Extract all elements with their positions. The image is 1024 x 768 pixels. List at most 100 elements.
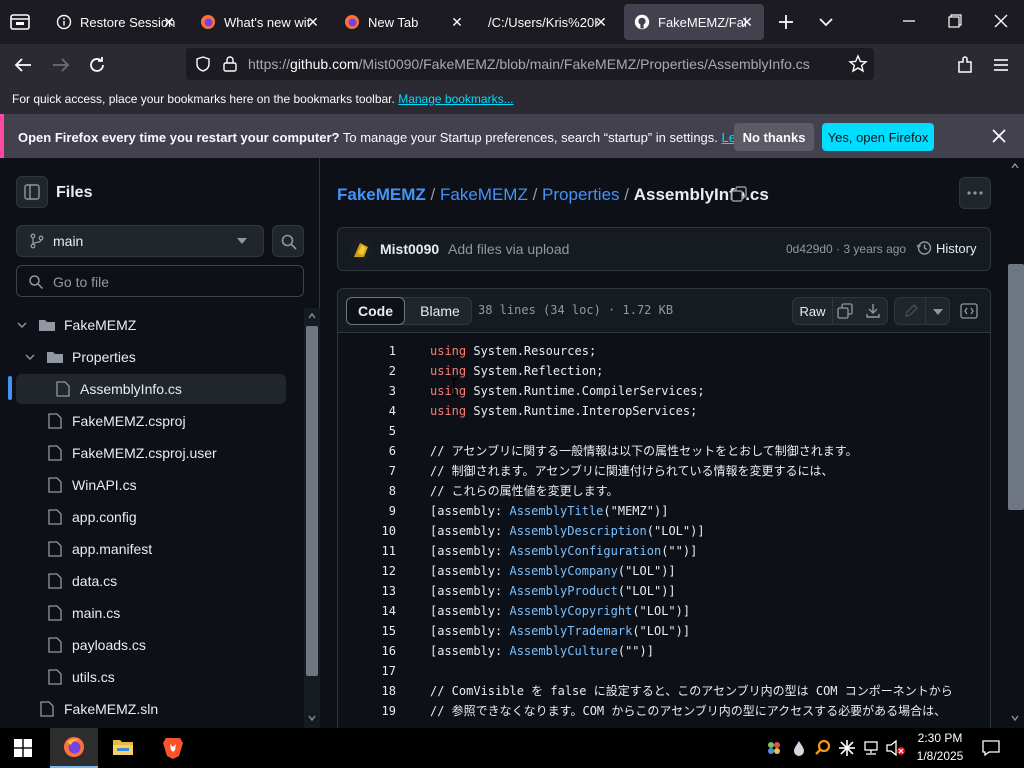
hamburger-menu-icon[interactable]	[990, 54, 1012, 76]
tree-file[interactable]: data.cs	[48, 566, 288, 596]
line-number[interactable]: 5	[338, 421, 396, 441]
raw-button[interactable]: Raw	[793, 298, 833, 324]
tab-blame[interactable]: Blame	[409, 298, 471, 324]
tab-local-file[interactable]: /C:/Users/Kris%20Kr ✕	[478, 4, 618, 40]
search-magnifier-icon[interactable]	[814, 739, 832, 757]
line-number[interactable]: 18	[338, 681, 396, 701]
branch-selector[interactable]: main	[16, 225, 264, 257]
pencil-icon[interactable]	[903, 303, 919, 319]
more-options-button[interactable]	[959, 177, 991, 209]
extensions-puzzle-icon[interactable]	[954, 54, 976, 76]
tree-file[interactable]: FakeMEMZ.csproj	[48, 406, 288, 436]
tab-code[interactable]: Code	[346, 297, 405, 325]
list-all-tabs-chevron-icon[interactable]	[816, 12, 836, 32]
line-number[interactable]: 19	[338, 701, 396, 721]
line-number[interactable]: 10	[338, 521, 396, 541]
taskbar-brave[interactable]	[150, 728, 196, 768]
line-number[interactable]: 1	[338, 341, 396, 361]
scroll-down-arrow-icon[interactable]	[1011, 714, 1019, 722]
page-scrollbar[interactable]	[1006, 158, 1024, 728]
close-icon[interactable]: ✕	[738, 13, 756, 31]
tab-new-tab[interactable]: New Tab ✕	[334, 4, 474, 40]
lock-icon[interactable]	[222, 55, 238, 73]
minimize-icon[interactable]	[900, 12, 918, 30]
yes-open-firefox-button[interactable]: Yes, open Firefox	[822, 123, 934, 151]
breadcrumb-properties-link[interactable]: Properties	[542, 185, 619, 204]
windows-start-icon[interactable]	[14, 739, 32, 757]
taskbar-file-explorer[interactable]	[100, 728, 146, 768]
tree-file[interactable]: FakeMEMZ.sln	[40, 694, 288, 724]
tree-file[interactable]: utils.cs	[48, 662, 288, 692]
tree-file[interactable]: app.manifest	[48, 534, 288, 564]
commit-meta[interactable]: 0d429d0 · 3 years ago	[786, 242, 906, 256]
tab-restore-session[interactable]: Restore Session ✕	[46, 4, 186, 40]
tree-file-assemblyinfo[interactable]: AssemblyInfo.cs	[16, 374, 286, 404]
scroll-up-arrow-icon[interactable]	[308, 312, 316, 320]
scrollbar-thumb[interactable]	[1008, 264, 1024, 510]
tree-file[interactable]: FakeMEMZ.csproj.user	[48, 438, 288, 468]
close-icon[interactable]: ✕	[304, 13, 322, 31]
close-icon[interactable]: ✕	[448, 13, 466, 31]
network-icon[interactable]	[862, 740, 880, 756]
line-number[interactable]: 17	[338, 661, 396, 681]
water-drop-icon[interactable]	[792, 740, 806, 756]
asterisk-tray-icon[interactable]	[838, 739, 856, 757]
sidebar-scrollbar[interactable]	[304, 308, 320, 728]
forward-arrow-icon[interactable]	[50, 54, 72, 76]
line-number[interactable]: 8	[338, 481, 396, 501]
taskbar-firefox[interactable]	[50, 728, 98, 768]
restore-window-icon[interactable]	[946, 12, 964, 30]
line-number[interactable]: 13	[338, 581, 396, 601]
volume-muted-icon[interactable]	[886, 740, 906, 756]
line-number[interactable]: 4	[338, 401, 396, 421]
breadcrumb-folder-link[interactable]: FakeMEMZ	[440, 185, 528, 204]
line-number[interactable]: 11	[338, 541, 396, 561]
notifications-icon[interactable]	[982, 739, 1000, 757]
tree-folder-properties[interactable]: Properties	[24, 342, 288, 372]
search-files-button[interactable]	[272, 225, 304, 257]
line-number[interactable]: 2	[338, 361, 396, 381]
tree-file[interactable]: main.cs	[48, 598, 288, 628]
scrollbar-thumb[interactable]	[306, 326, 318, 676]
avatar[interactable]	[350, 239, 372, 261]
no-thanks-button[interactable]: No thanks	[734, 123, 814, 151]
back-arrow-icon[interactable]	[12, 54, 34, 76]
scroll-up-arrow-icon[interactable]	[1011, 162, 1019, 170]
scroll-down-arrow-icon[interactable]	[308, 714, 316, 722]
go-to-file-input[interactable]: Go to file	[16, 265, 304, 297]
line-number[interactable]: 16	[338, 641, 396, 661]
triangle-down-icon[interactable]	[933, 309, 943, 315]
download-icon[interactable]	[865, 303, 881, 319]
line-number[interactable]: 7	[338, 461, 396, 481]
line-number[interactable]: 15	[338, 621, 396, 641]
commit-message[interactable]: Add files via upload	[448, 241, 569, 257]
manage-bookmarks-link[interactable]: Manage bookmarks...	[398, 92, 513, 106]
line-number[interactable]: 12	[338, 561, 396, 581]
tray-app-icon[interactable]	[766, 740, 782, 756]
tree-file[interactable]: WinAPI.cs	[48, 470, 288, 500]
copy-icon[interactable]	[837, 303, 853, 319]
tab-github-active[interactable]: FakeMEMZ/Fake ✕	[624, 4, 764, 40]
close-icon[interactable]: ✕	[160, 13, 178, 31]
line-number[interactable]: 6	[338, 441, 396, 461]
history-button[interactable]: History	[936, 241, 976, 256]
close-window-icon[interactable]	[992, 12, 1010, 30]
line-number[interactable]: 9	[338, 501, 396, 521]
tab-whats-new[interactable]: What's new with ✕	[190, 4, 330, 40]
symbols-panel-icon[interactable]	[960, 303, 978, 319]
bookmark-star-icon[interactable]	[848, 54, 868, 74]
firefox-view-icon[interactable]	[8, 10, 32, 34]
tree-file[interactable]: app.config	[48, 502, 288, 532]
tree-file[interactable]: payloads.cs	[48, 630, 288, 660]
line-number[interactable]: 14	[338, 601, 396, 621]
collapse-sidebar-button[interactable]	[16, 176, 48, 208]
close-icon[interactable]: ✕	[592, 13, 610, 31]
line-number[interactable]: 3	[338, 381, 396, 401]
breadcrumb-repo-link[interactable]: FakeMEMZ	[337, 185, 426, 204]
commit-author[interactable]: Mist0090	[380, 241, 439, 257]
reload-icon[interactable]	[86, 54, 108, 76]
close-icon[interactable]	[990, 127, 1008, 145]
new-tab-plus-icon[interactable]	[776, 12, 796, 32]
copy-path-icon[interactable]	[730, 185, 748, 203]
clock-time[interactable]: 2:30 PM	[912, 731, 968, 745]
